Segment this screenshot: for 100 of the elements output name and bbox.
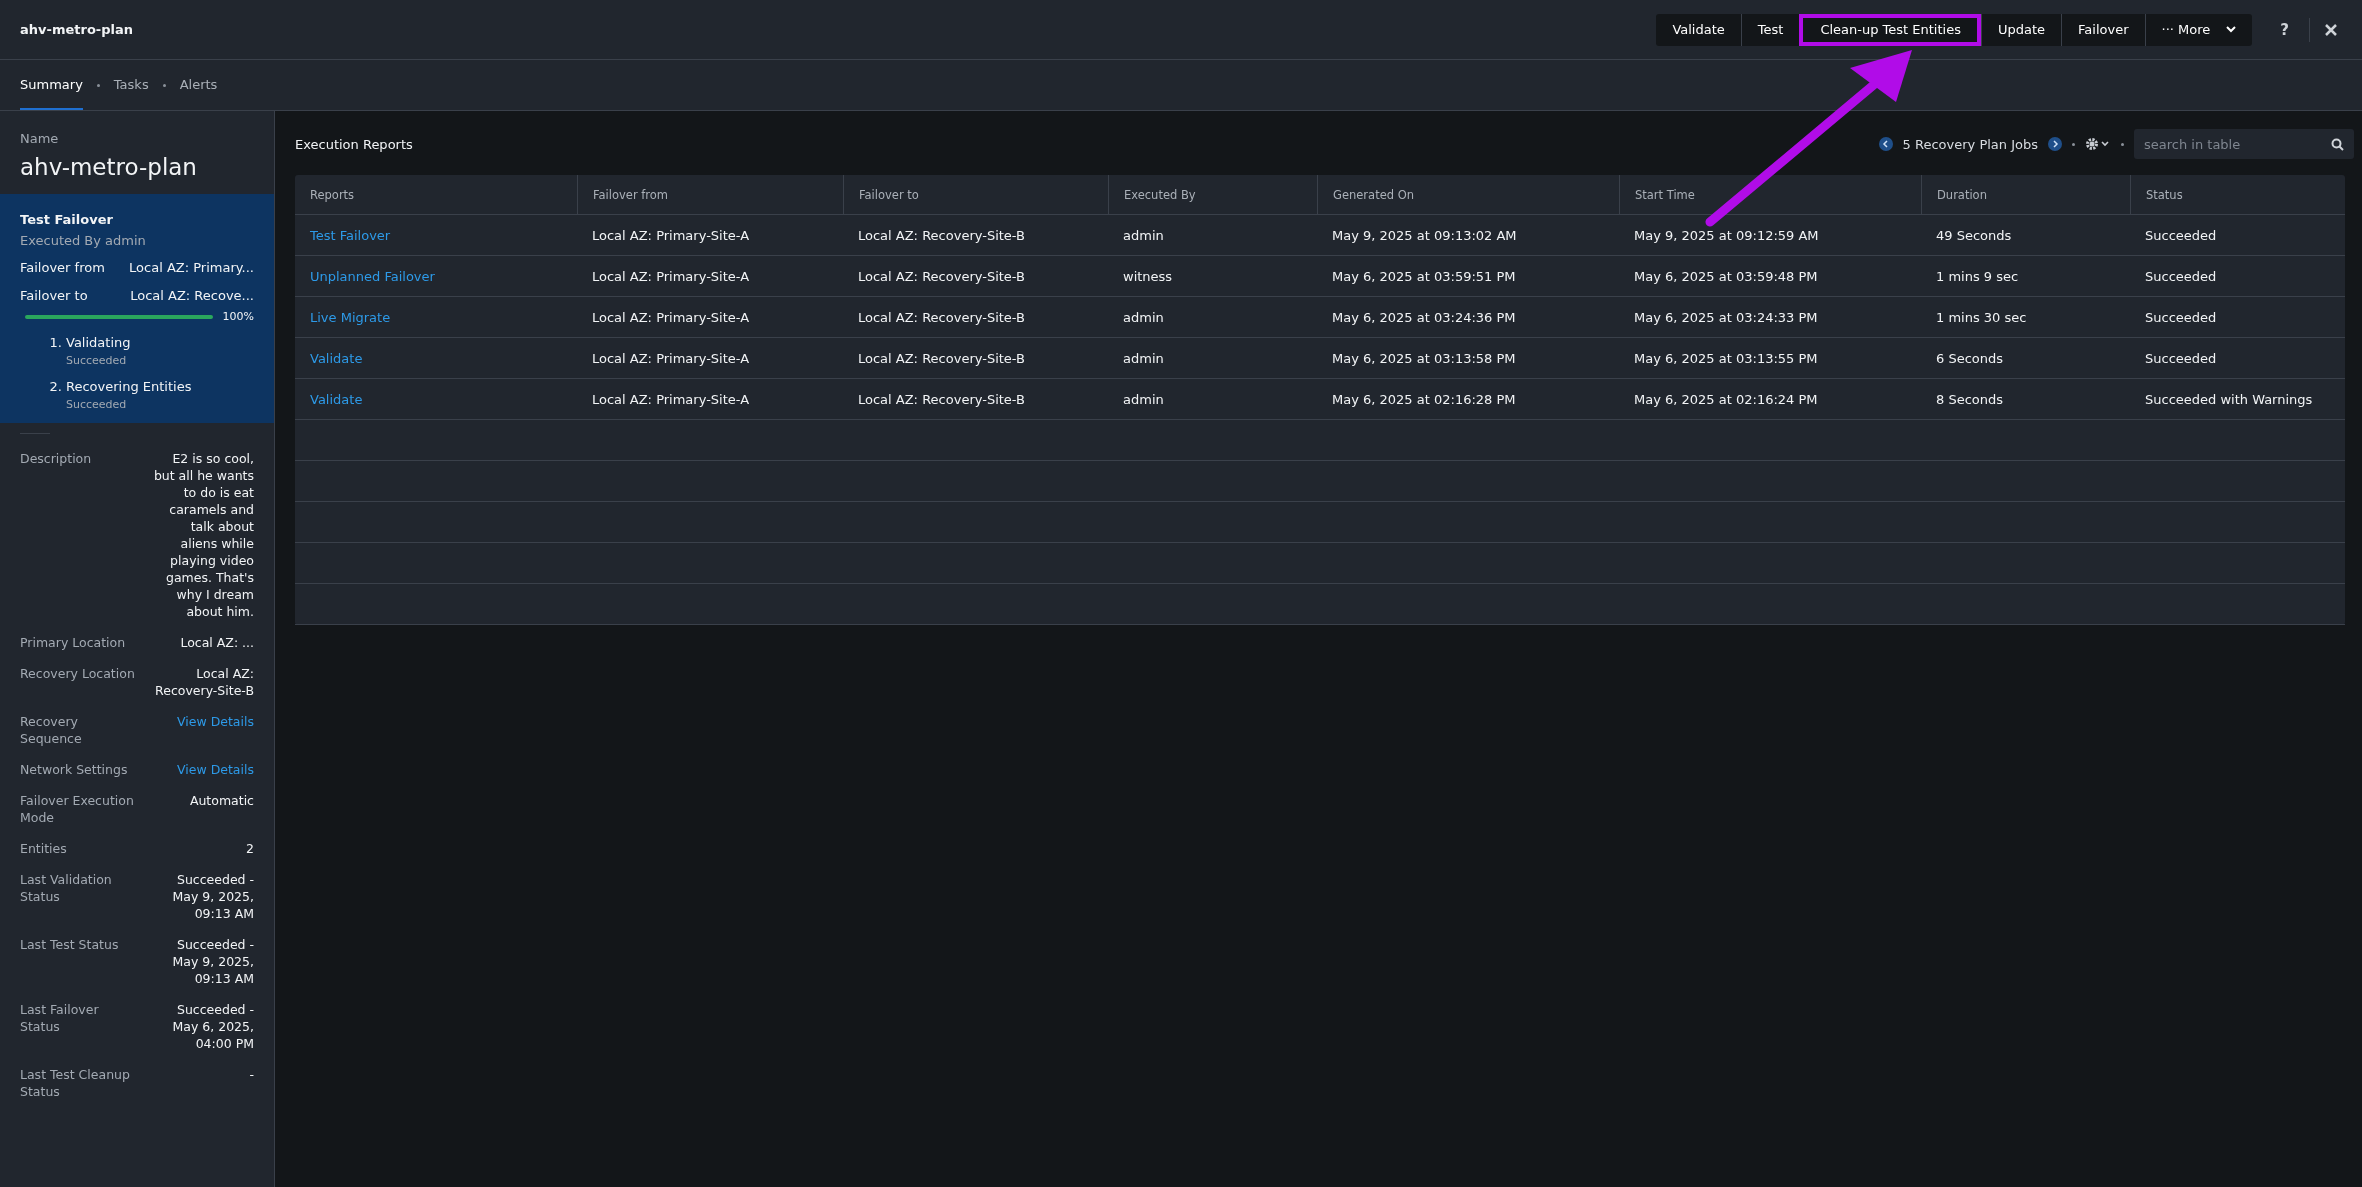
view-details-link[interactable]: View Details — [177, 713, 254, 747]
settings-icon[interactable] — [2085, 137, 2111, 151]
table-cell-text: witness — [1122, 267, 1174, 286]
table-cell-text: Local AZ: Recovery-Site-B — [857, 349, 1026, 368]
table-cell-text: Local AZ: Recovery-Site-B — [857, 308, 1026, 327]
detail-value: Succeeded - May 9, 2025, 09:13 AM — [171, 871, 254, 922]
detail-value: Succeeded - May 9, 2025, 09:13 AM — [171, 936, 254, 987]
name-label: Name — [20, 131, 60, 146]
column-header[interactable]: Generated On — [1317, 175, 1619, 214]
column-header[interactable]: Duration — [1921, 175, 2130, 214]
table-cell-text: Succeeded with Warnings — [2144, 390, 2314, 409]
table-cell-text: Local AZ: Primary-Site-A — [591, 390, 751, 409]
action-button[interactable]: Update — [1980, 13, 2062, 46]
action-button[interactable]: ··· More — [2144, 13, 2253, 46]
detail-value: 2 — [246, 840, 254, 857]
tab-separator — [96, 83, 100, 87]
table-cell-text: Succeeded — [2144, 267, 2218, 286]
field-label: Failover from — [20, 260, 105, 276]
report-link[interactable]: Unplanned Failover — [310, 268, 435, 284]
section-title: Execution Reports — [295, 136, 413, 152]
detail-label: Failover Execution Mode — [20, 792, 135, 826]
detail-label: Primary Location — [20, 634, 127, 651]
column-header[interactable]: Failover from — [577, 175, 843, 214]
table-cell-text: Succeeded — [2144, 308, 2218, 327]
table-cell-text: 6 Seconds — [1935, 349, 2005, 368]
step-status: Succeeded — [65, 398, 128, 411]
report-link[interactable]: Test Failover — [310, 227, 391, 243]
column-header[interactable]: Failover to — [843, 175, 1108, 214]
table-cell-text: Local AZ: Recovery-Site-B — [857, 267, 1026, 286]
previous-page-icon[interactable] — [1878, 137, 1893, 151]
action-button[interactable]: Test — [1740, 13, 1800, 46]
table-cell-text: Succeeded — [2144, 349, 2218, 368]
detail-label: Entities — [20, 840, 68, 857]
detail-value: Succeeded - May 6, 2025, 04:00 PM — [171, 1001, 254, 1052]
table-cell-text: Local AZ: Primary-Site-A — [591, 226, 751, 245]
detail-label: Recovery Location — [20, 665, 136, 683]
next-page-icon[interactable] — [2048, 137, 2062, 151]
caret-icon — [2226, 26, 2237, 33]
step-name: Recovering Entities — [66, 379, 192, 394]
plan-name: ahv-metro-plan — [20, 154, 198, 180]
column-header[interactable]: Executed By — [1108, 175, 1317, 214]
table-cell-text: 8 Seconds — [1935, 390, 2005, 409]
executed-by: Executed By admin — [20, 233, 147, 248]
view-details-link[interactable]: View Details — [177, 761, 254, 778]
step-number: 2. — [48, 379, 62, 394]
table-cell-text: 1 mins 9 sec — [1935, 267, 2020, 286]
run-title: Test Failover — [20, 212, 114, 227]
field-value: Local AZ: Recove... — [130, 288, 254, 304]
plan-title: ahv-metro-plan — [20, 22, 133, 37]
field-label: Failover to — [20, 288, 88, 304]
tab[interactable]: Alerts — [179, 60, 218, 110]
table-cell-text: May 6, 2025 at 02:16:28 PM — [1331, 390, 1517, 409]
table-cell-text: Succeeded — [2144, 226, 2218, 245]
report-link[interactable]: Validate — [310, 391, 363, 407]
table-cell-text: Local AZ: Recovery-Site-B — [857, 226, 1026, 245]
search-field[interactable]: search in table — [2134, 129, 2354, 159]
detail-value: Automatic — [189, 792, 254, 810]
table-cell-text: 49 Seconds — [1935, 226, 2013, 245]
table-cell-text: Local AZ: Recovery-Site-B — [857, 390, 1026, 409]
detail-label: Network Settings — [20, 761, 129, 778]
table-cell-text: 1 mins 30 sec — [1935, 308, 2028, 327]
table-cell-text: admin — [1122, 390, 1165, 409]
detail-label: Recovery Sequence — [20, 713, 83, 747]
step-number: 1. — [48, 335, 62, 350]
table-cell-text: May 6, 2025 at 03:24:36 PM — [1331, 308, 1517, 327]
tab-separator — [162, 83, 166, 87]
help-button[interactable]: ? — [2274, 19, 2295, 40]
field-value: Local AZ: Primary... — [129, 260, 254, 276]
column-header[interactable]: Start Time — [1619, 175, 1921, 214]
column-header[interactable]: Reports — [295, 175, 577, 214]
table-cell-text: May 6, 2025 at 03:13:55 PM — [1633, 349, 1819, 368]
separator-dot — [2121, 142, 2124, 146]
step-name: Validating — [66, 335, 131, 350]
table-cell-text: May 9, 2025 at 09:12:59 AM — [1633, 226, 1820, 245]
detail-value: - — [249, 1066, 254, 1084]
detail-label: Description — [20, 450, 93, 468]
detail-value: E2 is so cool, but all he wants to do is eat caramels and talk about aliens while playing video games. That's why I dream about him. — [152, 450, 254, 620]
table-cell-text: May 6, 2025 at 03:59:51 PM — [1331, 267, 1517, 286]
detail-label: Last Failover Status — [20, 1001, 100, 1036]
table-cell-text: May 6, 2025 at 03:59:48 PM — [1633, 267, 1819, 286]
search-icon — [2331, 138, 2344, 151]
table-cell-text: Local AZ: Primary-Site-A — [591, 308, 751, 327]
detail-label: Last Test Cleanup Status — [20, 1066, 131, 1100]
job-count: 5 Recovery Plan Jobs — [1902, 136, 2038, 152]
table-cell-text: May 6, 2025 at 03:13:58 PM — [1331, 349, 1517, 368]
step-status: Succeeded — [65, 354, 128, 367]
tab[interactable]: Tasks — [113, 60, 149, 110]
action-button[interactable]: Clean-up Test Entities — [1799, 13, 1981, 46]
detail-label: Last Validation Status — [20, 871, 113, 906]
table-cell-text: Local AZ: Primary-Site-A — [591, 349, 751, 368]
report-link[interactable]: Validate — [310, 350, 363, 366]
detail-label: Last Test Status — [20, 936, 120, 954]
report-link[interactable]: Live Migrate — [310, 309, 391, 325]
action-button[interactable]: Failover — [2061, 13, 2145, 46]
table-cell-text: Local AZ: Primary-Site-A — [591, 267, 751, 286]
column-header[interactable]: Status — [2130, 175, 2340, 214]
table-cell-text: May 6, 2025 at 03:24:33 PM — [1633, 308, 1819, 327]
action-button[interactable]: Validate — [1656, 13, 1741, 46]
close-icon[interactable] — [2324, 22, 2338, 37]
table-cell-text: admin — [1122, 349, 1165, 368]
